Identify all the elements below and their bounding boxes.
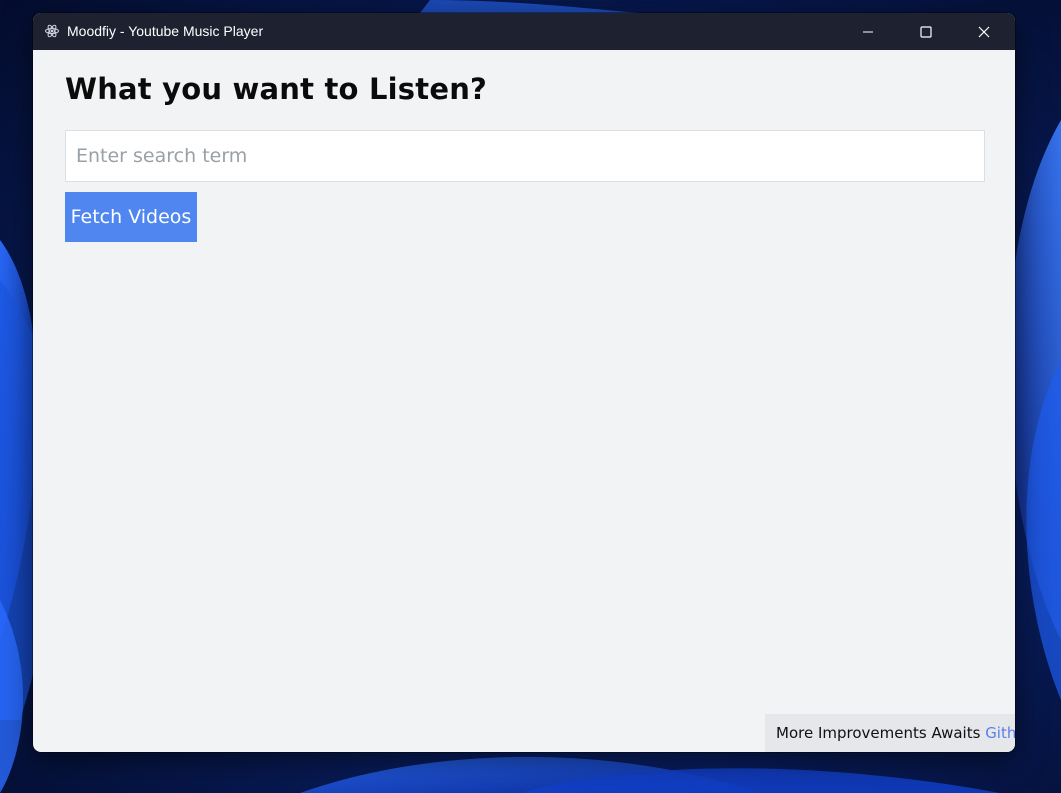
close-button[interactable]	[955, 13, 1013, 50]
footer-text: More Improvements Awaits	[776, 724, 986, 742]
github-link[interactable]: Github	[985, 724, 1015, 742]
window-title: Moodfiy - Youtube Music Player	[67, 23, 264, 39]
footer-banner: More Improvements Awaits Github	[765, 714, 1015, 752]
minimize-button[interactable]	[839, 13, 897, 50]
close-icon	[978, 26, 990, 37]
fetch-videos-button[interactable]: Fetch Videos	[65, 192, 197, 242]
main-content: What you want to Listen? Fetch Videos Mo…	[33, 50, 1015, 752]
page-title: What you want to Listen?	[65, 72, 488, 106]
maximize-icon	[920, 25, 932, 38]
electron-atom-icon	[45, 24, 59, 38]
search-input[interactable]	[65, 130, 985, 182]
maximize-button[interactable]	[897, 13, 955, 50]
app-window: Moodfiy - Youtube Music Player What you …	[33, 13, 1015, 752]
title-bar[interactable]: Moodfiy - Youtube Music Player	[33, 13, 1015, 50]
minimize-icon	[863, 31, 873, 32]
